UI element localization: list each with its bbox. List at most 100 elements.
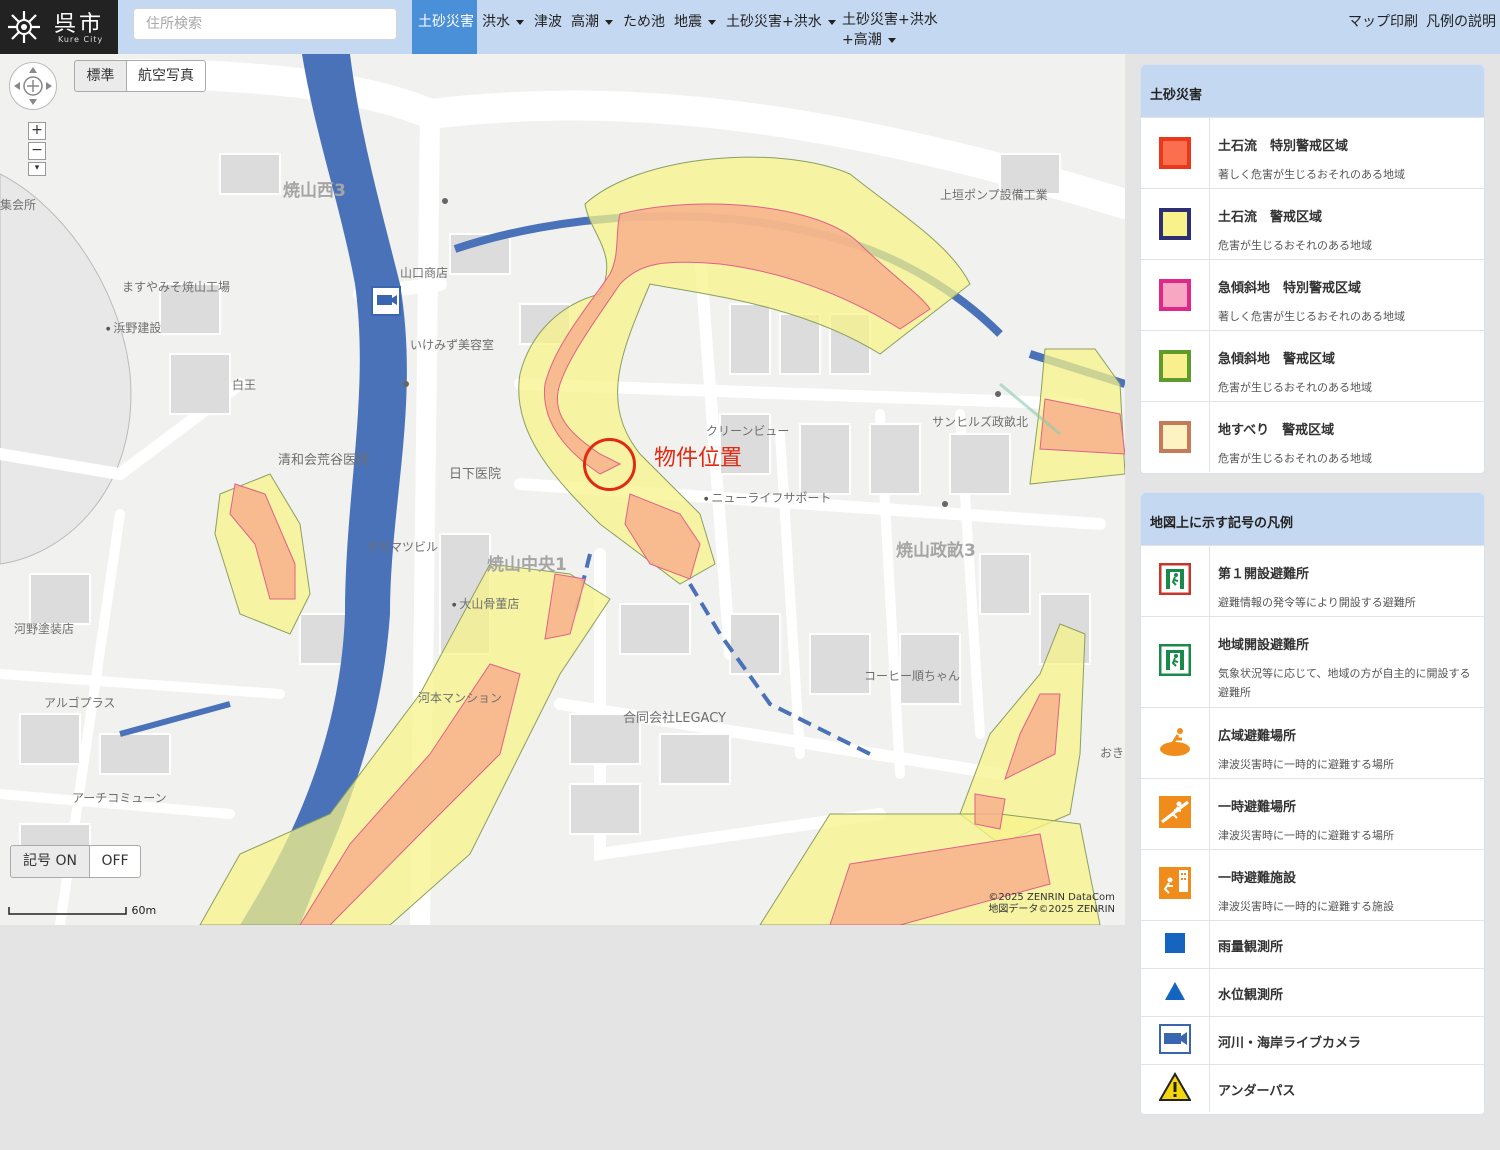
logo-kanji: 呉市 [54, 12, 105, 37]
legend-item-title: 急傾斜地 特別警戒区域 [1218, 281, 1362, 296]
swatch-cell [1141, 118, 1210, 188]
pan-arrows-icon [14, 67, 52, 105]
poi-label: ニューライフサポート [704, 489, 831, 506]
hazard-map[interactable]: 焼山西3 焼山中央1 焼山政畝3 ますやみそ焼山工場 浜野建設 白王 清和会荒谷… [0, 54, 1125, 925]
tab-earthquake[interactable]: 地震 [674, 0, 716, 54]
address-search-input[interactable] [133, 8, 397, 40]
symbol-cell [1141, 850, 1210, 920]
legend-help-link[interactable]: 凡例の説明 [1426, 0, 1496, 54]
attribution-line: ©2025 ZENRIN DataCom [988, 892, 1115, 903]
basemap-aerial-button[interactable]: 航空写真 [126, 60, 206, 92]
zone-swatch-icon [1159, 137, 1191, 169]
hazard-legend-panel: 土砂災害 土石流 特別警戒区域 著しく危害が生じるおそれのある地域 土石流 警戒区域… [1140, 64, 1485, 474]
tab-flood[interactable]: 洪水 [482, 0, 524, 54]
tab-label-line1: 土砂災害+洪水 [842, 12, 938, 28]
water-level-station-icon [1164, 981, 1186, 1005]
legend-item-title: 広域避難場所 [1218, 729, 1297, 744]
legend-item-title: 土石流 特別警戒区域 [1218, 139, 1349, 154]
symbol-on-button[interactable]: 記号 ON [10, 845, 90, 878]
symbol-legend-row: 一時避難場所 津波災害時に一時的に避難する場所 [1141, 778, 1484, 849]
legend-item-desc: 危害が生じるおそれのある地域 [1218, 452, 1372, 465]
legend-item-desc: 避難情報の発令等により開設する避難所 [1218, 596, 1416, 609]
poi-label: 河野塗装店 [14, 622, 75, 636]
legend-item-title: 地域開設避難所 [1218, 638, 1310, 653]
chevron-down-icon [708, 19, 716, 25]
poi-label: 日下医院 [449, 467, 502, 482]
map-attribution: ©2025 ZENRIN DataCom 地図データ©2025 ZENRIN [988, 892, 1115, 916]
zoom-in-button[interactable]: + [28, 122, 46, 140]
tab-label: 土砂災害+洪水 [726, 14, 822, 30]
zoom-slider-handle-icon[interactable]: ▾ [28, 162, 46, 176]
tab-sediment-flood-surge[interactable]: 土砂災害+洪水 +高潮 [842, 0, 938, 54]
symbol-cell [1141, 969, 1210, 1016]
symbol-legend-panel: 地図上に示す記号の凡例 第１開設避難所 避難情報の発令等により開設する避難所 地域開… [1140, 492, 1485, 1115]
tab-label: 地震 [674, 14, 702, 30]
scale-label: 60m [131, 904, 157, 917]
tab-label: 洪水 [482, 14, 510, 30]
chevron-down-icon [887, 37, 896, 43]
poi-label: 大山骨董店 [452, 595, 519, 612]
symbol-legend-row: 地域開設避難所 気象状況等に応じて、地域の方が自主的に開設する避難所 [1141, 616, 1484, 707]
hazard-legend-title: 土砂災害 [1141, 65, 1484, 117]
scale-bar-icon [8, 907, 127, 915]
symbol-cell [1141, 546, 1210, 616]
tab-label: ため池 [623, 14, 665, 30]
logo-roman: Kure City [58, 35, 104, 44]
hazard-legend-row: 土石流 特別警戒区域著しく危害が生じるおそれのある地域 [1141, 117, 1484, 188]
swatch-cell [1141, 260, 1210, 330]
zone-swatch-icon [1159, 421, 1191, 453]
poi-label: いけみず美容室 [410, 338, 495, 352]
legend-help-label: 凡例の説明 [1426, 14, 1496, 30]
legend-item-desc: 津波災害時に一時的に避難する施設 [1218, 900, 1394, 913]
scale-bar: 60m [8, 904, 156, 917]
swatch-cell [1141, 331, 1210, 401]
legend-item-title: 地すべり 警戒区域 [1218, 423, 1335, 438]
legend-item-desc: 危害が生じるおそれのある地域 [1218, 381, 1372, 394]
symbol-cell [1141, 1017, 1210, 1064]
legend-item-desc: 津波災害時に一時的に避難する場所 [1218, 758, 1394, 771]
city-emblem-icon [8, 11, 40, 43]
symbol-cell [1141, 617, 1210, 707]
tab-reservoir[interactable]: ため池 [623, 0, 665, 54]
legend-item-title: 水位観測所 [1218, 988, 1284, 1003]
legend-item-title: 第１開設避難所 [1218, 567, 1310, 582]
temporary-evacuation-site-icon [1159, 796, 1191, 832]
poi-label: 上垣ポンプ設備工業 [940, 188, 1048, 202]
symbol-legend-title: 地図上に示す記号の凡例 [1141, 493, 1484, 545]
symbol-cell [1141, 779, 1210, 849]
chevron-down-icon [516, 19, 524, 25]
tab-sediment-disaster[interactable]: 土砂災害 [412, 0, 477, 54]
symbol-legend-row: アンダーパス [1141, 1064, 1484, 1112]
tab-label: 高潮 [571, 14, 599, 30]
legend-item-desc: 著しく危害が生じるおそれのある地域 [1218, 168, 1405, 181]
legend-item-title: 雨量観測所 [1218, 940, 1284, 955]
print-map-link[interactable]: マップ印刷 [1348, 0, 1418, 54]
symbol-cell [1141, 1065, 1210, 1112]
map-canvas [0, 54, 1125, 925]
hazard-legend-row: 土石流 警戒区域 危害が生じるおそれのある地域 [1141, 188, 1484, 259]
zoom-out-button[interactable]: − [28, 142, 46, 160]
tab-storm-surge[interactable]: 高潮 [571, 0, 613, 54]
swatch-cell [1141, 189, 1210, 259]
tab-sediment-flood[interactable]: 土砂災害+洪水 [726, 0, 836, 54]
pan-control[interactable] [9, 62, 57, 110]
tab-tsunami[interactable]: 津波 [534, 0, 562, 54]
legend-item-title: アンダーパス [1218, 1084, 1296, 1099]
symbol-legend-row: 雨量観測所 [1141, 920, 1484, 968]
poi-label: 集会所 [0, 198, 37, 212]
zone-swatch-icon [1159, 350, 1191, 382]
poi-label: コーヒー順ちゃん [864, 669, 961, 683]
basemap-standard-button[interactable]: 標準 [74, 60, 127, 92]
poi-label: クリーンビュー [706, 424, 790, 438]
legend-item-desc: 著しく危害が生じるおそれのある地域 [1218, 310, 1405, 323]
legend-item-title: 一時避難施設 [1218, 871, 1297, 886]
poi-label: タカマツビル [366, 540, 439, 554]
zone-swatch-icon [1159, 279, 1191, 311]
city-logo[interactable]: 呉市 Kure City [0, 0, 118, 54]
swatch-cell [1141, 402, 1210, 472]
poi-label: サンヒルズ政畝北 [932, 415, 1029, 429]
symbol-off-button[interactable]: OFF [89, 845, 141, 878]
live-camera-map-icon[interactable] [371, 286, 401, 316]
temporary-evacuation-facility-icon [1159, 867, 1191, 903]
symbol-legend-row: 広域避難場所津波災害時に一時的に避難する場所 [1141, 707, 1484, 778]
